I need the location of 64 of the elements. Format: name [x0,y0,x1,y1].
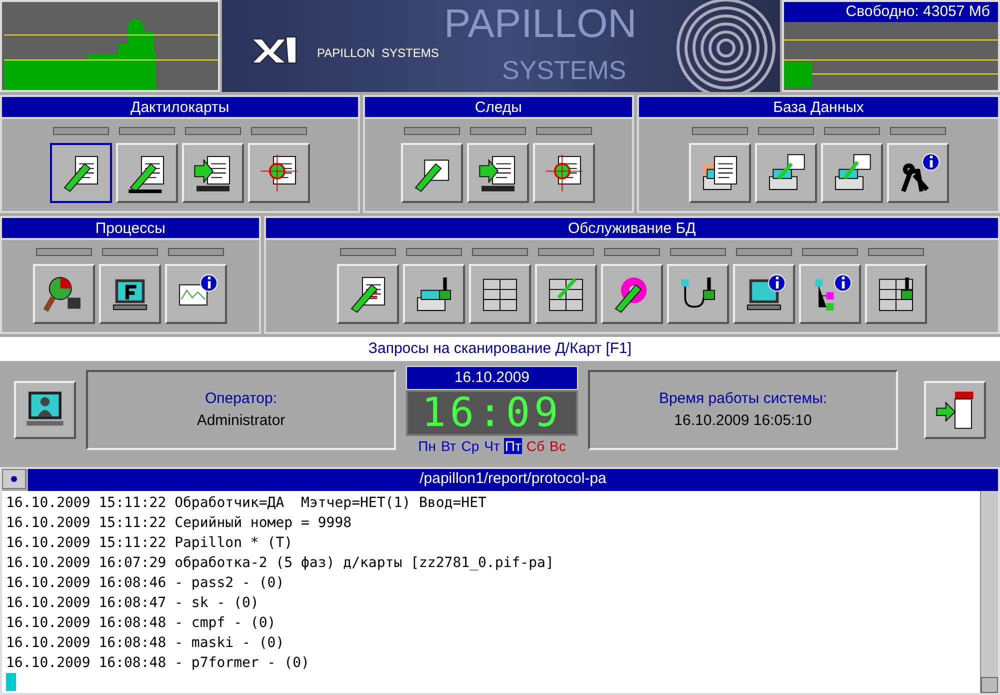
log-line: 16.10.2009 16:08:46 - pass2 - (0) [6,574,286,593]
indicator-bar [536,127,592,135]
indicator-bar [470,127,526,135]
operator-name: Administrator [196,411,286,431]
indicator-bar [36,248,92,256]
indicator-bar [824,127,880,135]
operator-button[interactable] [14,381,76,439]
weekday-label: Пн [417,438,437,454]
date-label: 16.10.2009 [406,366,578,390]
weekday-label: Вс [548,438,567,454]
indicator-bar [250,127,307,135]
panel-title: Следы [364,97,632,119]
indicator-bar [52,127,109,135]
indicator-bar [736,248,792,256]
backdrop-word: PAPILLON [444,2,637,46]
indicator-bar [404,127,460,135]
log-line: 16.10.2009 16:07:29 обработка-2 (5 фаз) д/карты [zz2781_0.pif-pa] [6,554,555,573]
uptime-value: 16.10.2009 16:05:10 [674,411,812,431]
log-line: 16.10.2009 16:08:48 - maski - (0) [6,634,286,653]
indicator-bar [118,127,175,135]
log-line: 16.10.2009 15:11:22 Серийный номер = 9998 [6,514,353,533]
log-line: 16.10.2009 16:08:48 - p7former - (0) [6,654,310,673]
log-title: /papillon1/report/protocol-pa [28,469,998,491]
text-cursor [6,673,16,691]
log-line: 16.10.2009 16:08:48 - cmpf - (0) [6,614,277,633]
toolbar-button[interactable] [50,143,112,203]
scroll-down-button[interactable] [981,677,998,693]
indicator-bar [890,127,946,135]
weekday-label: Чт [483,438,501,454]
indicator-bar [184,127,241,135]
weekday-label: Вт [440,438,458,454]
weekday-label: Сб [525,438,546,454]
log-line: 16.10.2009 15:11:22 Обработчик=ДА Мэтчер=НЕТ(1) Ввод=НЕТ [6,494,488,513]
exit-button[interactable] [924,381,986,439]
scrollbar[interactable] [980,491,998,693]
uptime-label: Время работы системы: [658,388,828,408]
weekday-label: Пт [504,438,522,454]
dot-icon [11,476,17,482]
log-line: 16.10.2009 15:11:22 Papillon * (T) [6,534,294,553]
window-menu-button[interactable] [2,469,26,489]
indicator-bar [604,248,660,256]
indicator-bar [102,248,158,256]
panel-title: База Данных [639,97,998,119]
indicator-bar [168,248,224,256]
indicator-bar [802,248,858,256]
indicator-bar [692,127,748,135]
free-space-label: Свободно: 43057 Мб [784,2,998,22]
indicator-bar [868,248,924,256]
logo-icon [250,35,298,65]
digital-clock: 16:09 [406,390,578,436]
log-line: 16.10.2009 16:08:47 - sk - (0) [6,594,260,613]
indicator-bar [472,248,528,256]
indicator-bar [538,248,594,256]
panel-title: Процессы [2,218,259,240]
operator-label: Оператор: [204,388,278,408]
indicator-bar [670,248,726,256]
weekday-label: Ср [460,438,480,454]
indicator-bar [758,127,814,135]
logo-text: PAPILLON SYSTEMS [317,45,439,62]
indicator-bar [406,248,462,256]
panel-title: Дактилокарты [2,97,358,119]
indicator-bar [340,248,396,256]
backdrop-word: SYSTEMS [502,56,626,84]
panel-title: Обслуживание БД [266,218,998,240]
